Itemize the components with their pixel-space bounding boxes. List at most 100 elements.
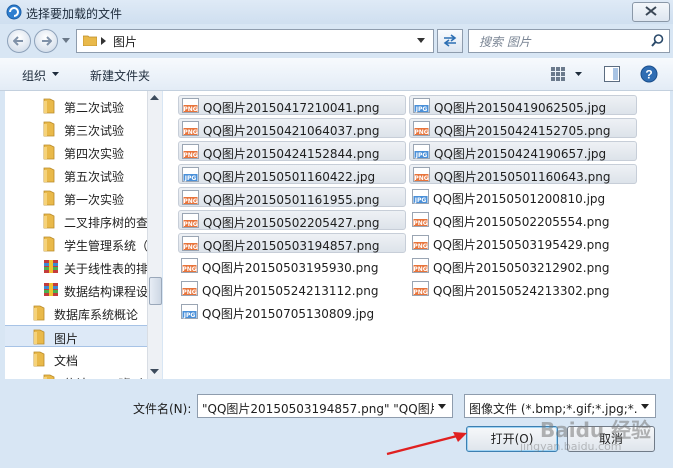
png-file-icon: PNG	[412, 281, 429, 296]
sidebar-item[interactable]: 二叉排序树的查	[5, 210, 147, 232]
file-item[interactable]: PNG QQ图片20150424152844.png	[178, 141, 406, 161]
view-dropdown-icon[interactable]	[575, 72, 582, 76]
close-button[interactable]	[632, 2, 670, 22]
breadcrumb-current[interactable]: 图片	[113, 33, 137, 50]
file-name: QQ图片20150524213302.png	[433, 284, 610, 298]
svg-text:PNG: PNG	[183, 221, 197, 228]
filename-dropdown-icon[interactable]	[438, 404, 446, 409]
file-list[interactable]: PNG QQ图片20150417210041.png JPG QQ图片20150…	[163, 91, 670, 379]
filename-input[interactable]: "QQ图片20150503194857.png" "QQ图片2	[197, 394, 453, 418]
sidebar-item[interactable]: 图片	[5, 325, 147, 347]
new-folder-button[interactable]: 新建文件夹	[90, 67, 150, 84]
file-item[interactable]: PNG QQ图片20150502205554.png	[409, 210, 637, 230]
close-icon	[645, 6, 657, 16]
address-bar[interactable]: 图片	[76, 29, 434, 53]
file-item[interactable]: JPG QQ图片20150705130809.jpg	[178, 302, 406, 322]
folder-icon	[43, 236, 55, 252]
filetype-dropdown-icon[interactable]	[641, 404, 649, 409]
png-file-icon: PNG	[182, 236, 199, 251]
svg-text:JPG: JPG	[184, 175, 197, 182]
navigation-scrollbar[interactable]	[147, 91, 162, 379]
file-name: QQ图片20150502205427.png	[203, 216, 380, 230]
file-item[interactable]: PNG QQ图片20150503195930.png	[178, 256, 406, 276]
search-icon[interactable]	[651, 34, 664, 47]
file-item[interactable]: JPG QQ图片20150424190657.jpg	[409, 141, 637, 161]
svg-text:PNG: PNG	[413, 289, 427, 296]
sidebar-item[interactable]: 信计1302班（	[5, 371, 147, 379]
sidebar-item[interactable]: 第五次试验	[5, 164, 147, 186]
filename-value[interactable]: "QQ图片20150503194857.png" "QQ图片2	[202, 400, 434, 417]
file-item[interactable]: PNG QQ图片20150524213112.png	[178, 279, 406, 299]
file-item[interactable]: PNG QQ图片20150502205427.png	[178, 210, 406, 230]
scrollbar-thumb[interactable]	[149, 277, 162, 305]
breadcrumb-arrow-icon[interactable]	[101, 37, 106, 45]
file-name: QQ图片20150424152844.png	[203, 147, 380, 161]
file-item[interactable]: PNG QQ图片20150503212902.png	[409, 256, 637, 276]
preview-pane-icon[interactable]	[604, 66, 620, 82]
sidebar-item-label: 第二次试验	[64, 101, 125, 115]
folder-icon	[33, 329, 45, 345]
sidebar-item[interactable]: 第二次试验	[5, 95, 147, 117]
sidebar-item[interactable]: 文档	[5, 348, 147, 370]
scroll-up-icon[interactable]	[150, 95, 159, 100]
archive-icon	[44, 260, 58, 273]
file-name: QQ图片20150524213112.png	[202, 284, 379, 298]
sidebar-item[interactable]: 数据结构课程设	[5, 279, 147, 301]
file-item[interactable]: PNG QQ图片20150503194857.png	[178, 233, 406, 253]
file-item[interactable]: JPG QQ图片20150501200810.jpg	[409, 187, 637, 207]
png-file-icon: PNG	[412, 235, 429, 250]
organize-menu[interactable]: 组织	[22, 67, 46, 84]
file-name: QQ图片20150417210041.png	[203, 101, 380, 115]
help-icon[interactable]: ?	[640, 65, 658, 83]
search-box[interactable]: 搜索 图片	[468, 29, 670, 53]
back-arrow-icon	[13, 36, 23, 46]
sidebar-item-label: 数据结构课程设	[64, 285, 147, 299]
file-item[interactable]: PNG QQ图片20150417210041.png	[178, 95, 406, 115]
file-item[interactable]: PNG QQ图片20150501160643.png	[409, 164, 637, 184]
forward-button[interactable]	[34, 29, 58, 53]
scroll-down-icon[interactable]	[150, 369, 159, 374]
navigation-pane[interactable]: 第二次试验 第三次试验 第四次实验 第五次试验 第一次实验 二叉排序树的查 学生…	[5, 91, 147, 379]
file-name: QQ图片20150503194857.png	[203, 239, 380, 253]
sidebar-item[interactable]: 学生管理系统（	[5, 233, 147, 255]
organize-dropdown-icon[interactable]	[52, 72, 59, 76]
search-placeholder[interactable]: 搜索 图片	[479, 33, 531, 50]
folder-icon	[43, 121, 55, 137]
file-item[interactable]: PNG QQ图片20150421064037.png	[178, 118, 406, 138]
sidebar-item-label: 二叉排序树的查	[64, 216, 147, 230]
file-item[interactable]: JPG QQ图片20150501160422.jpg	[178, 164, 406, 184]
address-dropdown-icon[interactable]	[417, 38, 425, 43]
file-item[interactable]: PNG QQ图片20150503195429.png	[409, 233, 637, 253]
file-item[interactable]: PNG QQ图片20150501161955.png	[178, 187, 406, 207]
file-item[interactable]: PNG QQ图片20150524213302.png	[409, 279, 637, 299]
view-options-icon[interactable]	[550, 66, 566, 82]
filename-label: 文件名(N):	[133, 402, 192, 416]
sidebar-item[interactable]: 第四次实验	[5, 141, 147, 163]
file-name: QQ图片20150503195429.png	[433, 238, 610, 252]
sidebar-item[interactable]: 第三次试验	[5, 118, 147, 140]
refresh-button[interactable]	[437, 29, 463, 53]
watermark-logo: Baidu 经验	[540, 418, 652, 442]
file-name: QQ图片20150503212902.png	[433, 261, 610, 275]
refresh-icon	[443, 34, 457, 47]
recent-locations-dropdown-icon[interactable]	[62, 38, 70, 43]
png-file-icon: PNG	[182, 121, 199, 136]
file-item[interactable]: PNG QQ图片20150424152705.png	[409, 118, 637, 138]
sidebar-item-label: 第三次试验	[64, 124, 125, 138]
folder-icon	[83, 35, 97, 46]
sidebar-item-label: 第四次实验	[64, 147, 125, 161]
sidebar-item[interactable]: 数据库系统概论	[5, 302, 147, 324]
sidebar-item[interactable]: 关于线性表的排	[5, 256, 147, 278]
jpg-file-icon: JPG	[182, 167, 199, 182]
command-toolbar: 组织 新建文件夹 ?	[0, 58, 673, 91]
sidebar-item[interactable]: 第一次实验	[5, 187, 147, 209]
file-name: QQ图片20150424190657.jpg	[434, 147, 607, 161]
title-bar: 选择要加载的文件	[0, 0, 673, 24]
sidebar-item-label: 学生管理系统（	[64, 239, 147, 253]
png-file-icon: PNG	[412, 258, 429, 273]
back-button[interactable]	[7, 29, 31, 53]
folder-icon	[43, 213, 55, 229]
sidebar-item-label: 图片	[54, 332, 79, 346]
file-item[interactable]: JPG QQ图片20150419062505.jpg	[409, 95, 637, 115]
jpg-file-icon: JPG	[412, 189, 429, 204]
